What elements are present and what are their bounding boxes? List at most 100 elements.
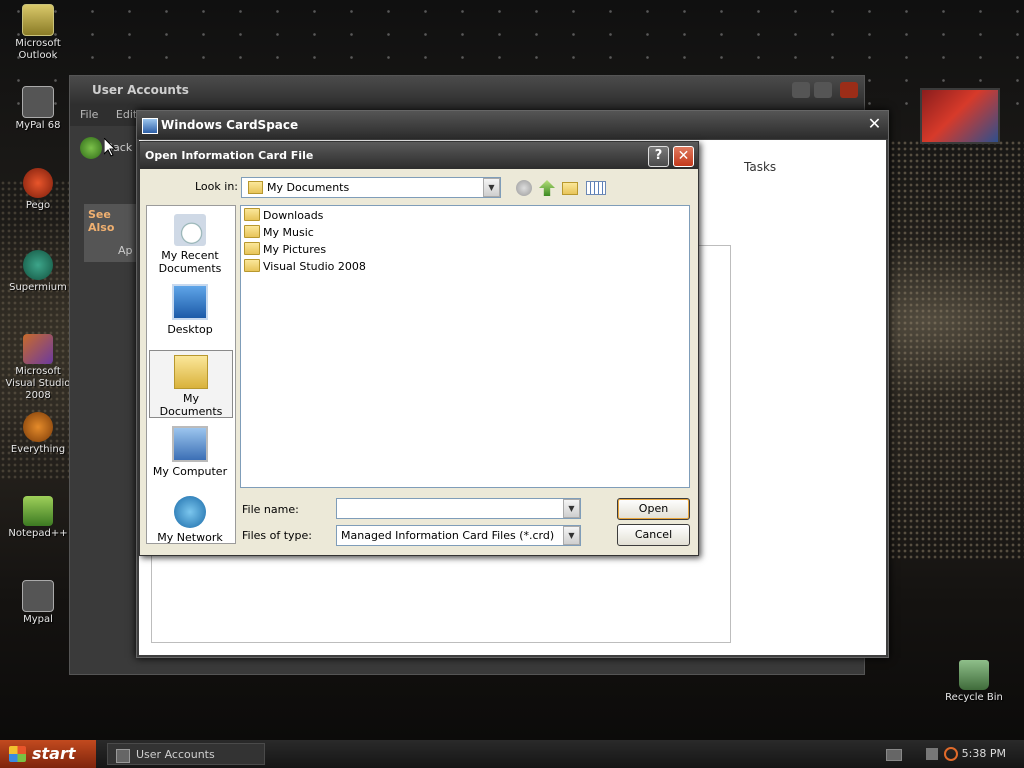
desktop-icon-everything[interactable]: Everything — [3, 412, 73, 456]
chevron-down-icon[interactable]: ▼ — [563, 526, 580, 545]
chevron-down-icon[interactable]: ▼ — [563, 499, 580, 518]
my-documents-folder-icon — [174, 355, 208, 389]
places-bar: My Recent Documents Desktop My Documents… — [146, 205, 236, 544]
file-name-label: File name: — [242, 503, 299, 516]
list-item[interactable]: Downloads — [244, 207, 323, 224]
tray-network-icon[interactable] — [926, 748, 938, 760]
desktop-icon-label: Pego — [25, 200, 51, 211]
chevron-down-icon[interactable]: ▼ — [483, 178, 500, 197]
files-of-type-label: Files of type: — [242, 529, 313, 542]
clock[interactable]: 5:38 PM — [962, 740, 1006, 768]
place-label: My Computer — [152, 465, 228, 478]
menu-file[interactable]: File — [80, 108, 98, 121]
windows-logo-icon — [9, 746, 26, 762]
desktop-icon-recycle-bin[interactable]: Recycle Bin — [939, 660, 1009, 704]
place-label: Desktop — [167, 323, 213, 336]
look-in-value: My Documents — [267, 181, 350, 194]
everything-icon — [23, 412, 53, 442]
user-accounts-titlebar[interactable]: User Accounts — [70, 76, 864, 104]
start-button[interactable]: start — [0, 740, 96, 768]
taskbar-item-user-accounts[interactable]: User Accounts — [107, 743, 265, 765]
look-in-label: Look in: — [195, 180, 238, 193]
outlook-icon — [22, 4, 54, 36]
cancel-button[interactable]: Cancel — [617, 524, 690, 546]
back-arrow-icon — [80, 137, 102, 159]
help-button[interactable]: ? — [648, 146, 669, 167]
place-label: My Recent Documents — [158, 249, 222, 275]
taskbar: start User Accounts 5:38 PM — [0, 740, 1024, 768]
list-item[interactable]: My Music — [244, 224, 314, 241]
place-desktop[interactable]: Desktop — [149, 280, 231, 346]
file-name: My Music — [263, 226, 314, 239]
see-also-heading: See Also — [88, 208, 115, 234]
close-button[interactable]: ✕ — [673, 146, 694, 167]
desktop-icon-label: Notepad++ — [8, 528, 68, 539]
place-recent-documents[interactable]: My Recent Documents — [149, 210, 231, 276]
desktop-icon-visual-studio[interactable]: Microsoft Visual Studio 2008 — [3, 334, 73, 402]
sidebar-link[interactable]: Ap — [84, 238, 144, 261]
close-button[interactable] — [840, 82, 858, 98]
place-label: My Documents — [159, 392, 223, 418]
desktop-icon-pego[interactable]: Pego — [3, 168, 73, 212]
mypal-icon — [22, 580, 54, 612]
place-label: My Network — [157, 531, 223, 544]
place-my-computer[interactable]: My Computer — [149, 422, 231, 488]
window-title: User Accounts — [92, 83, 189, 97]
open-button[interactable]: Open — [617, 498, 690, 520]
desktop-icon-outlook[interactable]: Microsoft Outlook — [3, 4, 73, 62]
desktop-icon-supermium[interactable]: Supermium — [3, 250, 73, 294]
my-network-icon — [174, 496, 206, 528]
wallpaper-jumbotron — [920, 88, 1000, 144]
wallpaper-crowd-right — [890, 140, 1024, 560]
menu-edit[interactable]: Edit — [116, 108, 137, 121]
pictures-folder-icon — [244, 242, 260, 255]
desktop-icon-label: Recycle Bin — [945, 692, 1003, 703]
recent-documents-icon — [174, 214, 206, 246]
visual-studio-icon — [23, 334, 53, 364]
window-title: Windows CardSpace — [161, 118, 299, 132]
supermium-icon — [23, 250, 53, 280]
folder-icon — [244, 259, 260, 272]
pego-icon — [23, 168, 53, 198]
close-button[interactable]: ✕ — [865, 115, 884, 134]
file-name: Visual Studio 2008 — [263, 260, 366, 273]
desktop-icon — [172, 284, 208, 320]
music-folder-icon — [244, 225, 260, 238]
list-item[interactable]: Visual Studio 2008 — [244, 258, 366, 275]
back-icon[interactable] — [516, 180, 532, 196]
file-name-field[interactable]: ▼ — [336, 498, 581, 519]
dialog-titlebar[interactable]: Open Information Card File ? ✕ — [140, 142, 698, 169]
cardspace-titlebar[interactable]: Windows CardSpace ✕ — [137, 111, 888, 139]
file-name: Downloads — [263, 209, 324, 222]
cardspace-icon — [142, 118, 158, 134]
desktop-icon-mypal[interactable]: Mypal — [3, 580, 73, 626]
task-label: User Accounts — [136, 748, 215, 761]
desktop-icon-mypal68[interactable]: MyPal 68 — [3, 86, 73, 132]
up-folder-icon[interactable] — [539, 180, 555, 196]
list-item[interactable]: My Pictures — [244, 241, 326, 258]
user-accounts-icon — [116, 749, 130, 763]
desktop-icon-notepadpp[interactable]: Notepad++ — [3, 496, 73, 540]
see-also-panel: See Also Ap — [84, 204, 144, 262]
start-label: start — [32, 744, 76, 763]
recycle-bin-icon — [959, 660, 989, 690]
place-my-documents[interactable]: My Documents — [149, 350, 233, 418]
maximize-button[interactable] — [814, 82, 832, 98]
look-in-dropdown[interactable]: My Documents ▼ — [241, 177, 501, 198]
tasks-heading: Tasks — [744, 160, 777, 174]
file-list[interactable]: Downloads My Music My Pictures Visual St… — [240, 205, 690, 488]
dialog-title: Open Information Card File — [145, 149, 314, 162]
tray-keyboard-icon[interactable] — [886, 749, 902, 761]
tray-search-icon[interactable] — [944, 747, 958, 761]
minimize-button[interactable] — [792, 82, 810, 98]
desktop-icon-label: Mypal — [23, 614, 53, 625]
new-folder-icon[interactable] — [562, 182, 578, 195]
desktop-icon-label: Everything — [10, 444, 66, 455]
views-menu-icon[interactable] — [586, 181, 606, 195]
files-of-type-dropdown[interactable]: Managed Information Card Files (*.crd) ▼ — [336, 525, 581, 546]
desktop-icon-label: MyPal 68 — [15, 120, 61, 131]
files-of-type-value: Managed Information Card Files (*.crd) — [341, 529, 555, 542]
open-file-dialog[interactable]: Open Information Card File ? ✕ Look in: … — [139, 141, 699, 556]
mypal-icon — [22, 86, 54, 118]
place-my-network[interactable]: My Network — [149, 492, 231, 558]
